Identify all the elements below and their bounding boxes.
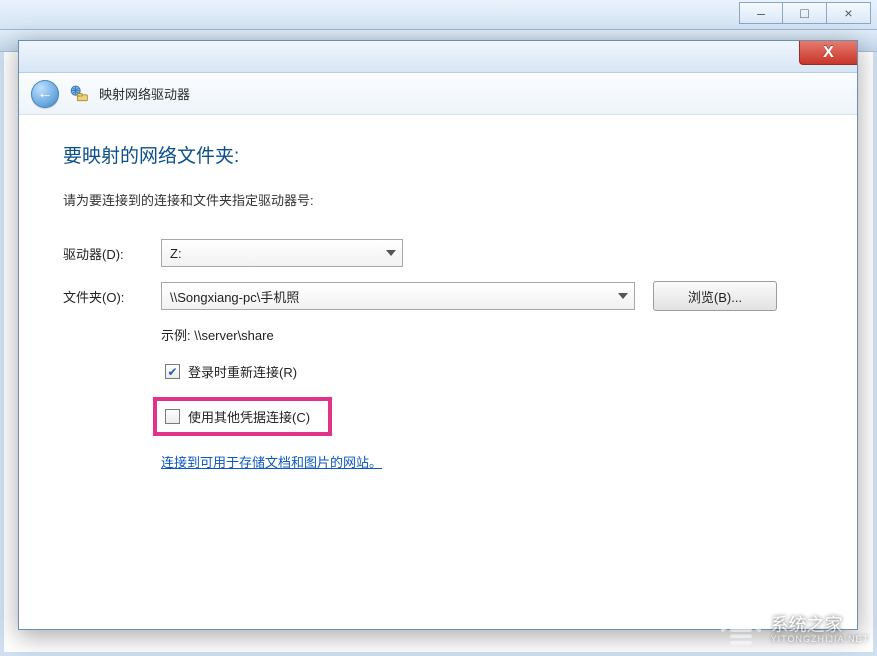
reconnect-checkbox[interactable]: ✔ (165, 364, 180, 379)
other-credentials-checkbox[interactable] (165, 409, 180, 424)
folder-value: \\Songxiang-pc\手机照 (170, 287, 299, 306)
drive-row: 驱动器(D): Z: (63, 239, 813, 267)
reconnect-label: 登录时重新连接(R) (188, 362, 297, 381)
network-drive-icon (69, 84, 89, 104)
drive-select[interactable]: Z: (161, 239, 403, 267)
highlighted-option: 使用其他凭据连接(C) (153, 397, 332, 436)
watermark-logo-icon (719, 610, 763, 650)
dialog-titlebar: X (19, 41, 857, 73)
other-credentials-checkbox-row[interactable]: 使用其他凭据连接(C) (161, 405, 314, 428)
parent-maximize-button[interactable]: □ (783, 2, 827, 24)
chevron-down-icon (386, 250, 396, 256)
dialog-title-text: 映射网络驱动器 (99, 84, 190, 103)
dialog-content: 要映射的网络文件夹: 请为要连接到的连接和文件夹指定驱动器号: 驱动器(D): … (19, 115, 857, 482)
drive-label: 驱动器(D): (63, 244, 143, 263)
connect-website-link[interactable]: 连接到可用于存储文档和图片的网站。 (161, 452, 382, 471)
watermark-subtext: YITONGZHIJIA.NET (771, 634, 869, 644)
drive-value: Z: (170, 246, 182, 261)
back-icon[interactable]: ← (31, 80, 59, 108)
options-block: 示例: \\server\share ✔ 登录时重新连接(R) 使用其他凭据连接… (161, 325, 813, 472)
map-network-drive-dialog: X ← 映射网络驱动器 要映射的网络文件夹: 请为要连接到的连接和文件夹指定驱动… (18, 40, 858, 630)
instruction-text: 请为要连接到的连接和文件夹指定驱动器号: (63, 190, 813, 209)
folder-row: 文件夹(O): \\Songxiang-pc\手机照 浏览(B)... (63, 281, 813, 311)
example-text: 示例: \\server\share (161, 325, 813, 344)
dialog-close-button[interactable]: X (799, 41, 857, 65)
browse-button[interactable]: 浏览(B)... (653, 281, 777, 311)
dialog-header: ← 映射网络驱动器 (19, 73, 857, 115)
parent-minimize-button[interactable]: – (739, 2, 783, 24)
folder-label: 文件夹(O): (63, 287, 143, 306)
watermark: 系统之家 YITONGZHIJIA.NET (719, 610, 869, 650)
watermark-text: 系统之家 (771, 616, 869, 635)
chevron-down-icon (618, 293, 628, 299)
folder-combobox[interactable]: \\Songxiang-pc\手机照 (161, 282, 635, 310)
parent-close-button[interactable]: × (827, 2, 871, 24)
other-credentials-label: 使用其他凭据连接(C) (188, 407, 310, 426)
reconnect-checkbox-row[interactable]: ✔ 登录时重新连接(R) (161, 360, 813, 383)
page-heading: 要映射的网络文件夹: (63, 141, 813, 168)
parent-window-titlebar: – □ × (0, 0, 877, 30)
